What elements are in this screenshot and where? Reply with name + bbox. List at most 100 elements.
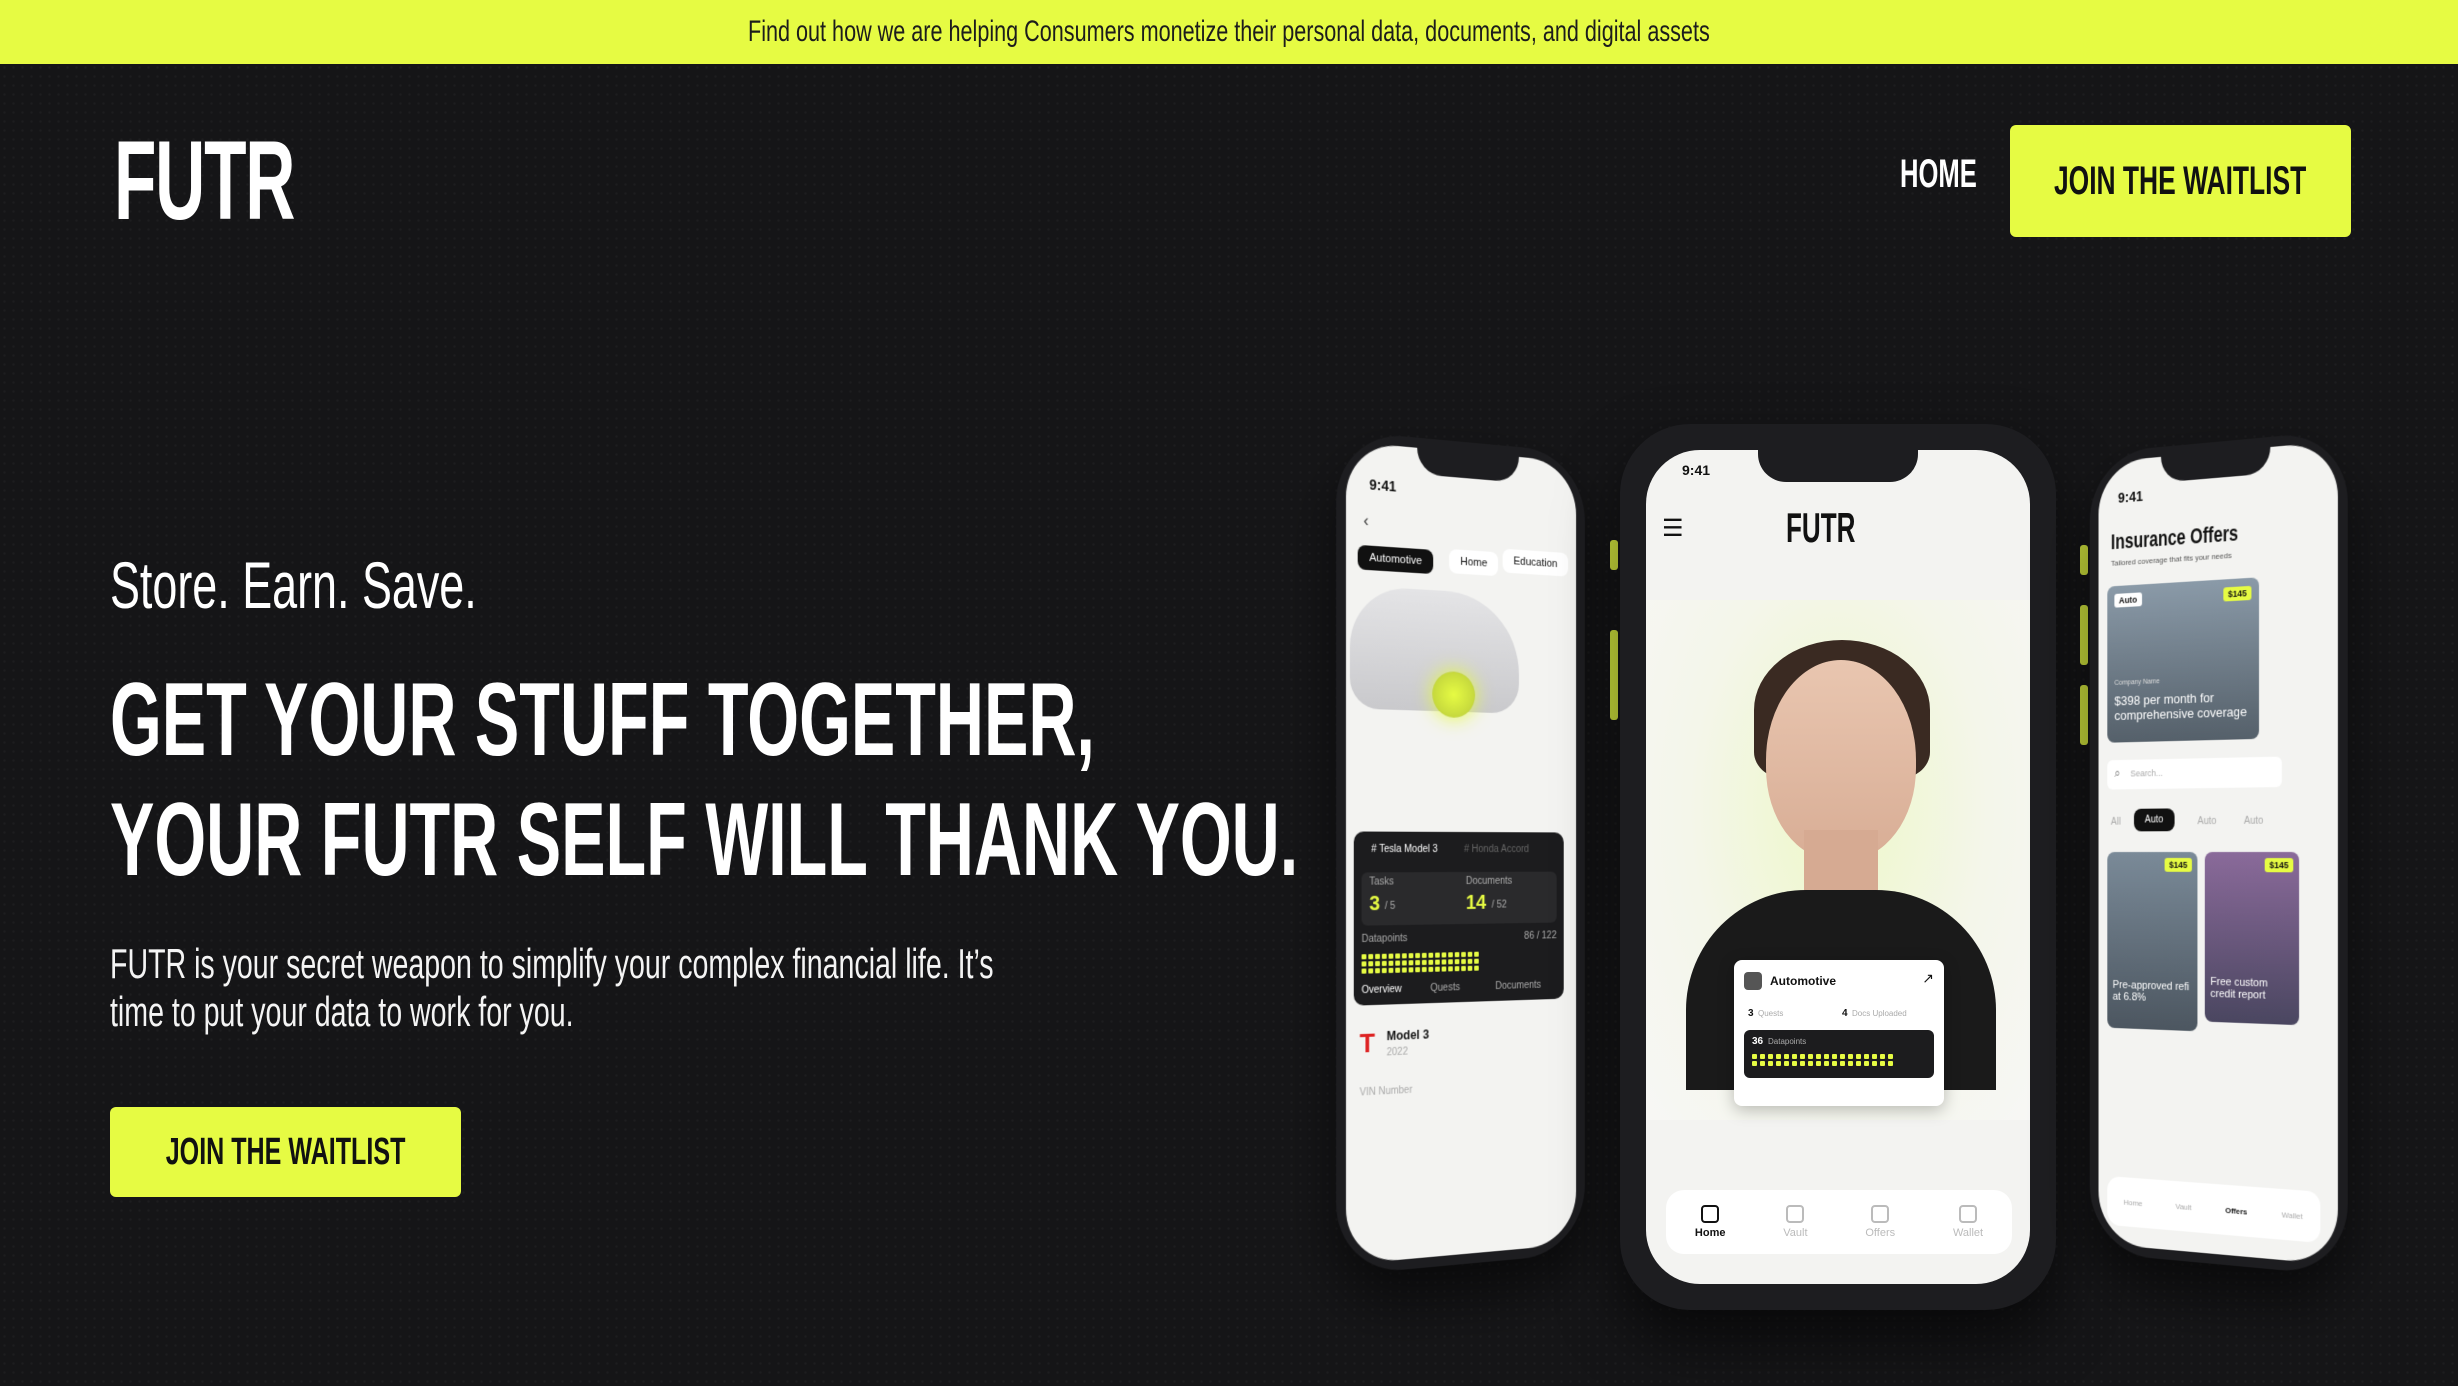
tasks-value: 3 bbox=[1369, 892, 1381, 916]
description-line-2: time to put your data to work for you. bbox=[110, 988, 574, 1035]
vehicle-tab-honda[interactable]: # Honda Accord bbox=[1453, 838, 1540, 861]
tab-automotive[interactable]: Automotive bbox=[1357, 544, 1434, 575]
phone-side-accent bbox=[2080, 545, 2088, 575]
offers-title-text: Insurance Offers bbox=[2110, 520, 2239, 555]
banner-text: Find out how we are helping Consumers mo… bbox=[748, 15, 1710, 48]
phone-screen-home: 9:41 ☰ FUTR Automotive ↗ 3 Quests 4 Docs… bbox=[1646, 450, 2030, 1284]
offer-credit-text: Free custom credit report bbox=[2210, 975, 2268, 1002]
phone-side-accent bbox=[2080, 605, 2088, 665]
search-input[interactable]: ⌕ Search... bbox=[2107, 756, 2282, 790]
quests-label: Quests bbox=[1758, 1009, 1784, 1018]
wallet-icon bbox=[1959, 1205, 1978, 1223]
bottom-tab-documents[interactable]: Documents bbox=[1495, 980, 1541, 992]
datapoints-grid bbox=[1752, 1054, 1894, 1066]
offer-price: $145 bbox=[2223, 585, 2252, 602]
offer-price: $145 bbox=[2264, 858, 2294, 873]
search-placeholder: Search... bbox=[2130, 768, 2163, 779]
nav-home-label: HOME bbox=[1900, 152, 1977, 196]
bottom-tab-overview[interactable]: Overview bbox=[1362, 984, 1402, 996]
tab-wallet[interactable]: Wallet bbox=[1953, 1205, 1983, 1239]
filter-auto-2[interactable]: Auto bbox=[2197, 816, 2216, 827]
vehicle-tab-tesla[interactable]: # Tesla Model 3 bbox=[1360, 838, 1449, 862]
stats-panel: Tasks 3 / 5 Documents 14 / 52 bbox=[1361, 871, 1557, 926]
app-logo-text: FUTR bbox=[1786, 504, 1856, 551]
announcement-banner[interactable]: Find out how we are helping Consumers mo… bbox=[0, 0, 2458, 64]
offer-price: $145 bbox=[2164, 857, 2192, 872]
futr-logo[interactable]: FUTR bbox=[108, 125, 368, 237]
tab-vault[interactable]: Vault bbox=[1783, 1205, 1808, 1239]
phone-mockup-home: 9:41 ☰ FUTR Automotive ↗ 3 Quests 4 Docs… bbox=[1620, 424, 2056, 1310]
arrow-up-right-icon[interactable]: ↗ bbox=[1922, 970, 1934, 987]
tab-home[interactable]: Home bbox=[1694, 1205, 1726, 1239]
phone-screen-offers: 9:41 Insurance Offers Tailored coverage … bbox=[2098, 440, 2338, 1266]
tab-vault[interactable]: Vault bbox=[2175, 1201, 2191, 1211]
hero-description: FUTR is your secret weapon to simplify y… bbox=[110, 940, 1409, 1036]
logo-text: FUTR bbox=[114, 118, 295, 243]
offers-title: Insurance Offers bbox=[2111, 518, 2271, 555]
docs-label: Docs Uploaded bbox=[1852, 1009, 1907, 1018]
phone-side-accent bbox=[1610, 630, 1618, 720]
offers-icon bbox=[1871, 1205, 1890, 1223]
car-wheel bbox=[1432, 670, 1476, 719]
menu-icon[interactable]: ☰ bbox=[1662, 514, 1684, 543]
phone-notch bbox=[2160, 447, 2271, 483]
datapoints-label: Datapoints bbox=[1361, 933, 1408, 946]
tab-vault-label: Vault bbox=[1783, 1227, 1808, 1239]
nav-home-link[interactable]: HOME bbox=[1900, 152, 2020, 197]
datapoints-grid bbox=[1361, 951, 1479, 974]
bottom-tab-bar: Home Vault Offers Wallet bbox=[1666, 1190, 2012, 1254]
hero-tagline: Store. Earn. Save. bbox=[110, 545, 649, 625]
datapoints-panel: 36 Datapoints bbox=[1744, 1030, 1934, 1078]
offer-card-featured[interactable]: Auto $145 Company Name $398 per month fo… bbox=[2107, 577, 2260, 743]
header-join-waitlist-button[interactable]: JOIN THE WAITLIST bbox=[2010, 125, 2351, 237]
hero-join-waitlist-button[interactable]: JOIN THE WAITLIST bbox=[110, 1107, 461, 1197]
card-title: Automotive bbox=[1770, 974, 1836, 988]
tab-wallet-label: Wallet bbox=[1952, 1227, 1984, 1239]
description-line-1: FUTR is your secret weapon to simplify y… bbox=[110, 940, 994, 987]
back-chevron-icon[interactable]: ‹ bbox=[1364, 512, 1369, 531]
tab-offers[interactable]: Offers bbox=[1865, 1205, 1895, 1239]
car-icon bbox=[1744, 972, 1762, 990]
model-year: 2022 bbox=[1386, 1046, 1408, 1059]
documents-label: Documents bbox=[1465, 875, 1513, 887]
offer-card-credit[interactable]: $145 Free custom credit report bbox=[2204, 851, 2300, 1026]
tab-wallet[interactable]: Wallet bbox=[2282, 1210, 2303, 1221]
phone-notch bbox=[1417, 447, 1519, 483]
tab-home-label: Home bbox=[1694, 1227, 1726, 1239]
tesla-logo-icon: T bbox=[1359, 1027, 1376, 1059]
tab-home[interactable]: Home bbox=[2123, 1197, 2142, 1207]
vin-label: VIN Number bbox=[1359, 1084, 1413, 1099]
vault-icon bbox=[1786, 1205, 1805, 1223]
header-join-waitlist-label: JOIN THE WAITLIST bbox=[2054, 158, 2307, 203]
status-time: 9:41 bbox=[1682, 462, 1711, 478]
phone-mockup-vehicle: 9:41 ‹ Automotive Home Education # Tesla… bbox=[1336, 430, 1585, 1276]
bottom-tab-quests[interactable]: Quests bbox=[1430, 982, 1460, 994]
offer-card-refi[interactable]: $145 Pre-approved refi at 6.8% bbox=[2107, 852, 2198, 1032]
offer-refi-text: Pre-approved refi at 6.8% bbox=[2112, 979, 2190, 1004]
offer-text: $398 per month for comprehensive coverag… bbox=[2114, 690, 2247, 724]
datapoints-value: 36 bbox=[1752, 1036, 1764, 1047]
offer-tag: Auto bbox=[2114, 592, 2142, 608]
datapoints-value: 86 / 122 bbox=[1524, 930, 1557, 942]
automotive-card[interactable]: Automotive ↗ 3 Quests 4 Docs Uploaded 36… bbox=[1734, 960, 1944, 1106]
quests-value: 3 bbox=[1748, 1008, 1754, 1019]
tab-offers[interactable]: Offers bbox=[2225, 1205, 2247, 1216]
home-icon bbox=[1701, 1205, 1720, 1223]
filter-auto[interactable]: Auto bbox=[2133, 808, 2175, 832]
filter-auto-3[interactable]: Auto bbox=[2244, 816, 2263, 827]
datapoints-label: Datapoints bbox=[1768, 1037, 1807, 1046]
app-logo: FUTR bbox=[1786, 504, 1898, 552]
offer-company: Company Name bbox=[2114, 678, 2160, 687]
status-time: 9:41 bbox=[2117, 487, 2143, 506]
model-name: Model 3 bbox=[1386, 1027, 1430, 1044]
hero-join-waitlist-label: JOIN THE WAITLIST bbox=[165, 1130, 406, 1173]
phone-mockup-offers: 9:41 Insurance Offers Tailored coverage … bbox=[2089, 429, 2348, 1277]
documents-total: / 52 bbox=[1491, 899, 1507, 911]
filter-all[interactable]: All bbox=[2111, 817, 2121, 828]
vehicle-summary-card: # Tesla Model 3 # Honda Accord Tasks 3 /… bbox=[1353, 831, 1564, 1006]
tab-education[interactable]: Education bbox=[1502, 548, 1569, 577]
documents-value: 14 bbox=[1465, 891, 1487, 914]
tab-home[interactable]: Home bbox=[1449, 548, 1499, 577]
headline-line-1: GET YOUR STUFF TOGETHER, bbox=[110, 662, 1095, 778]
tasks-total: / 5 bbox=[1384, 900, 1396, 913]
